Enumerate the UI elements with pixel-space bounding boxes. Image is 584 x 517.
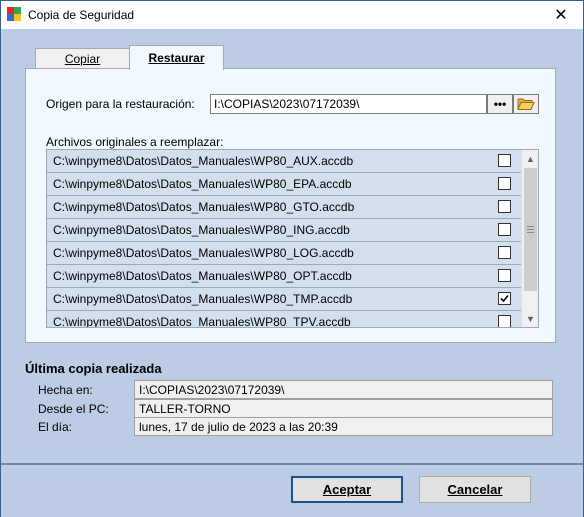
app-four-squares-icon xyxy=(7,7,21,21)
window-title: Copia de Seguridad xyxy=(28,8,135,22)
tab-label: Copiar xyxy=(64,52,101,66)
scroll-down-icon[interactable]: ▼ xyxy=(522,310,538,327)
ellipsis-icon: ••• xyxy=(493,97,507,111)
accept-button[interactable]: Aceptar xyxy=(291,476,403,503)
check-icon xyxy=(500,294,509,303)
tab-label: Restaurar xyxy=(148,51,205,65)
from-pc-value: TALLER-TORNO xyxy=(134,399,553,418)
list-item: C:\winpyme8\Datos\Datos_Manuales\WP80_TM… xyxy=(47,288,521,311)
file-checkbox[interactable] xyxy=(498,315,511,327)
accept-label: Aceptar xyxy=(322,482,372,497)
files-label: Archivos originales a reemplazar: xyxy=(46,135,224,149)
file-path: C:\winpyme8\Datos\Datos_Manuales\WP80_GT… xyxy=(53,200,355,214)
list-item: C:\winpyme8\Datos\Datos_Manuales\WP80_IN… xyxy=(47,219,521,242)
file-checkbox[interactable] xyxy=(498,269,511,282)
list-item: C:\winpyme8\Datos\Datos_Manuales\WP80_TP… xyxy=(47,311,521,328)
file-path: C:\winpyme8\Datos\Datos_Manuales\WP80_TM… xyxy=(53,292,353,306)
dialog-window: Copia de Seguridad ✕ Copiar Restaurar Or… xyxy=(0,0,584,517)
tab-restaurar[interactable]: Restaurar xyxy=(129,45,224,70)
file-checkbox[interactable] xyxy=(498,223,511,236)
cancel-button[interactable]: Cancelar xyxy=(419,476,531,503)
file-path: C:\winpyme8\Datos\Datos_Manuales\WP80_IN… xyxy=(53,223,350,237)
vertical-scrollbar[interactable]: ▲ ▼ xyxy=(521,150,538,327)
tab-copiar[interactable]: Copiar xyxy=(35,48,130,69)
day-label: El día: xyxy=(38,420,73,434)
browse-button[interactable]: ••• xyxy=(487,94,513,114)
close-button[interactable]: ✕ xyxy=(539,1,583,29)
close-icon: ✕ xyxy=(554,7,568,24)
origin-label: Origen para la restauración: xyxy=(46,97,195,111)
file-path: C:\winpyme8\Datos\Datos_Manuales\WP80_AU… xyxy=(53,154,354,168)
file-path: C:\winpyme8\Datos\Datos_Manuales\WP80_LO… xyxy=(53,246,354,260)
file-path: C:\winpyme8\Datos\Datos_Manuales\WP80_OP… xyxy=(53,269,352,283)
last-copy-title: Última copia realizada xyxy=(25,361,162,376)
open-folder-icon xyxy=(517,98,535,110)
file-path: C:\winpyme8\Datos\Datos_Manuales\WP80_EP… xyxy=(53,177,352,191)
open-folder-button[interactable] xyxy=(513,94,539,114)
file-checkbox[interactable] xyxy=(498,177,511,190)
origin-path-input[interactable]: I:\COPIAS\2023\07172039\ xyxy=(210,94,487,114)
made-in-value: I:\COPIAS\2023\07172039\ xyxy=(134,380,553,399)
file-checkbox-checked[interactable] xyxy=(498,292,511,305)
made-in-label: Hecha en: xyxy=(38,383,93,397)
file-path: C:\winpyme8\Datos\Datos_Manuales\WP80_TP… xyxy=(53,315,351,328)
scroll-thumb[interactable] xyxy=(524,168,537,291)
file-checkbox[interactable] xyxy=(498,246,511,259)
list-item: C:\winpyme8\Datos\Datos_Manuales\WP80_LO… xyxy=(47,242,521,265)
cancel-label: Cancelar xyxy=(447,482,503,497)
file-list: C:\winpyme8\Datos\Datos_Manuales\WP80_AU… xyxy=(46,149,539,328)
file-checkbox[interactable] xyxy=(498,154,511,167)
list-item: C:\winpyme8\Datos\Datos_Manuales\WP80_OP… xyxy=(47,265,521,288)
day-value: lunes, 17 de julio de 2023 a las 20:39 xyxy=(134,417,553,436)
scroll-up-icon[interactable]: ▲ xyxy=(522,150,538,167)
list-item: C:\winpyme8\Datos\Datos_Manuales\WP80_AU… xyxy=(47,150,521,173)
grip-icon xyxy=(527,226,534,233)
file-checkbox[interactable] xyxy=(498,200,511,213)
title-bar: Copia de Seguridad ✕ xyxy=(1,1,583,29)
from-pc-label: Desde el PC: xyxy=(38,402,109,416)
list-item: C:\winpyme8\Datos\Datos_Manuales\WP80_EP… xyxy=(47,173,521,196)
list-item: C:\winpyme8\Datos\Datos_Manuales\WP80_GT… xyxy=(47,196,521,219)
